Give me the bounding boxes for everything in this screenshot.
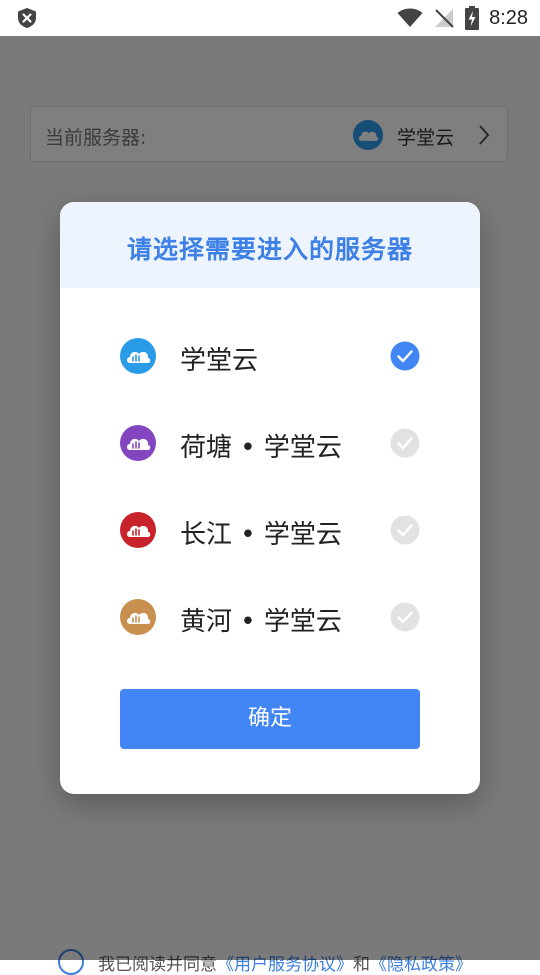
shield-x-icon (18, 8, 36, 28)
cloud-logo-icon (120, 599, 156, 635)
confirm-button[interactable]: 确定 (120, 689, 420, 749)
check-circle-icon (390, 428, 420, 458)
wifi-icon (397, 8, 423, 27)
server-select-dialog: 请选择需要进入的服务器 学堂云 荷塘 • 学堂云 长江 • 学堂云 黄河 • 学… (60, 202, 480, 794)
server-option-label: 荷塘 • 学堂云 (180, 433, 342, 463)
cloud-logo-icon (120, 425, 156, 461)
server-option-huanghe[interactable]: 黄河 • 学堂云 (60, 587, 480, 647)
cloud-logo-icon (120, 338, 156, 374)
check-circle-icon (390, 341, 420, 371)
dialog-header: 请选择需要进入的服务器 (60, 202, 480, 288)
cloud-logo-icon (120, 512, 156, 548)
server-option-label: 黄河 • 学堂云 (180, 607, 342, 637)
server-option-label: 学堂云 (180, 346, 259, 376)
server-option-xuetangyun[interactable]: 学堂云 (60, 326, 480, 386)
battery-charging-icon (465, 6, 480, 30)
server-option-hetang[interactable]: 荷塘 • 学堂云 (60, 413, 480, 473)
check-circle-icon (390, 515, 420, 545)
dialog-title: 请选择需要进入的服务器 (126, 235, 413, 264)
no-signal-icon (435, 9, 454, 28)
server-option-changjiang[interactable]: 长江 • 学堂云 (60, 500, 480, 560)
check-circle-icon (390, 602, 420, 632)
server-option-label: 长江 • 学堂云 (180, 520, 342, 550)
status-time: 8:28 (489, 6, 528, 29)
status-bar: 8:28 (0, 0, 540, 36)
